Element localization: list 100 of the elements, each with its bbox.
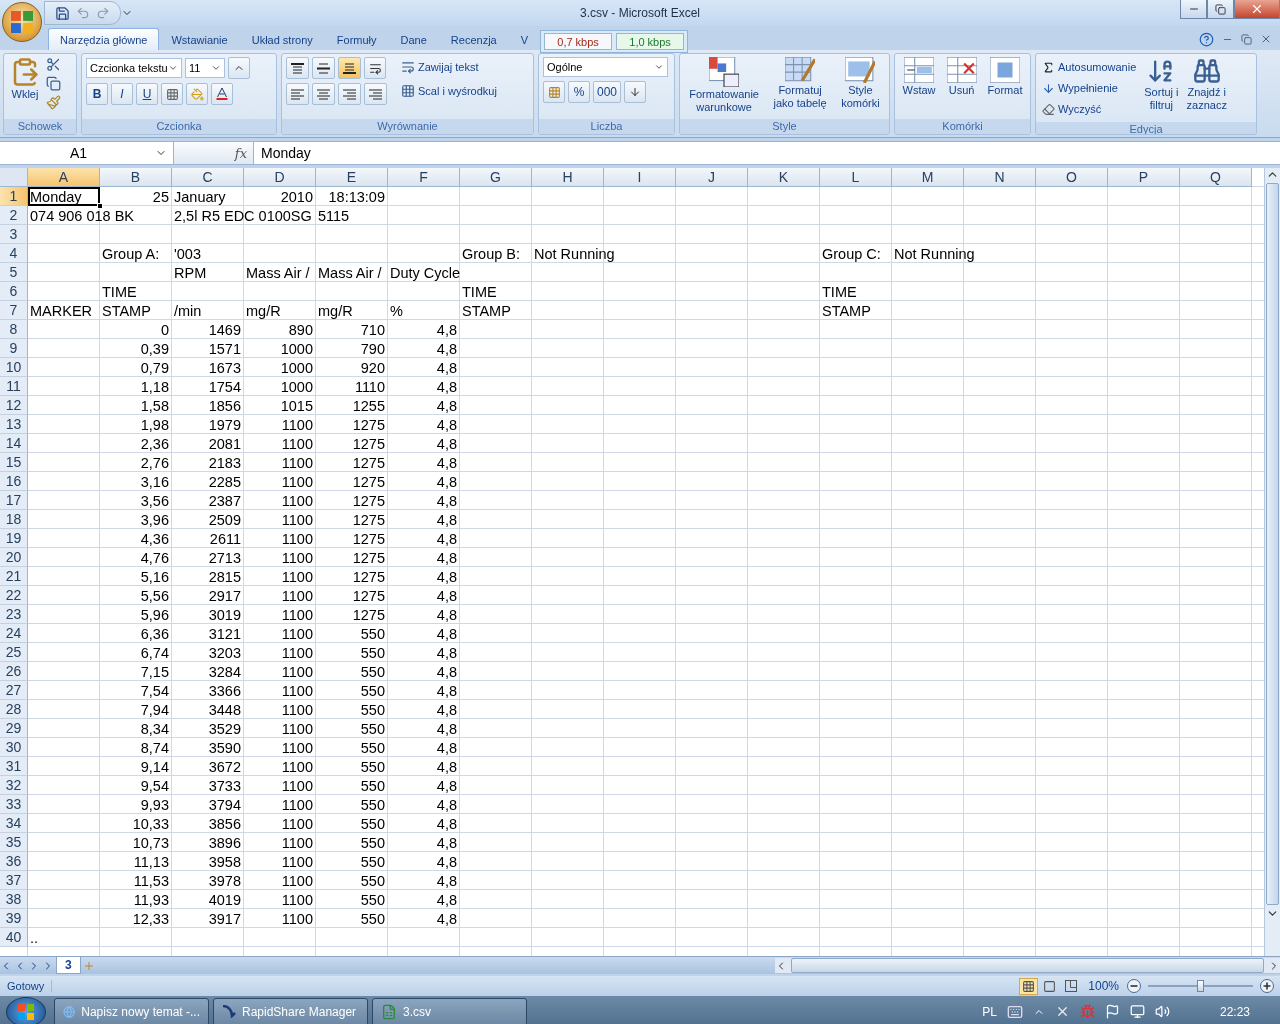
column-header[interactable]: B (100, 168, 172, 187)
row-header[interactable]: 24 (0, 624, 28, 643)
row-header[interactable]: 12 (0, 396, 28, 415)
find-select-button[interactable]: Znajdź i zaznacz (1184, 57, 1229, 111)
zoom-in-icon[interactable] (1260, 979, 1274, 993)
row-header[interactable]: 39 (0, 909, 28, 928)
ribbon-tab[interactable]: Formuły (324, 28, 389, 50)
decimal-button[interactable] (624, 81, 647, 103)
font-color-button[interactable] (211, 83, 233, 105)
row-header[interactable]: 26 (0, 662, 28, 681)
cells-button[interactable]: Usuń (944, 57, 979, 96)
percent-button[interactable]: % (568, 81, 590, 103)
font-size-field[interactable]: 11 (185, 58, 225, 78)
column-header[interactable]: D (244, 168, 316, 187)
row-header[interactable]: 14 (0, 434, 28, 453)
underline-button[interactable]: U (136, 83, 158, 105)
ribbon-tab[interactable]: Dane (388, 28, 439, 50)
row-header[interactable]: 22 (0, 586, 28, 605)
row-header[interactable]: 29 (0, 719, 28, 738)
row-header[interactable]: 37 (0, 871, 28, 890)
font-name-field[interactable]: Czcionka tekstu (86, 58, 182, 78)
currency-button[interactable] (543, 81, 565, 103)
row-header[interactable]: 20 (0, 548, 28, 567)
wrap-text-button[interactable]: Zawijaj tekst (399, 57, 499, 77)
office-button[interactable] (2, 2, 42, 42)
row-header[interactable]: 13 (0, 415, 28, 434)
column-header[interactable]: H (532, 168, 604, 187)
row-header[interactable]: 30 (0, 738, 28, 757)
cells-button[interactable]: Format (985, 57, 1025, 96)
row-header[interactable]: 25 (0, 643, 28, 662)
row-header[interactable]: 17 (0, 491, 28, 510)
row-header[interactable]: 11 (0, 377, 28, 396)
column-header[interactable]: P (1108, 168, 1180, 187)
column-header[interactable]: O (1036, 168, 1108, 187)
borders-button[interactable] (161, 83, 183, 105)
row-header[interactable]: 27 (0, 681, 28, 700)
row-header[interactable]: 2 (0, 206, 28, 225)
number-format-field[interactable]: Ogólne (543, 57, 668, 77)
row-header[interactable]: 28 (0, 700, 28, 719)
row-header[interactable]: 15 (0, 453, 28, 472)
grow-font-button[interactable] (228, 57, 250, 79)
row-header[interactable]: 16 (0, 472, 28, 491)
bold-button[interactable]: B (86, 83, 108, 105)
insert-function-button[interactable]: fx (174, 142, 254, 164)
fill-button[interactable]: Wypełnienie (1040, 78, 1139, 98)
align-bottom-button[interactable] (338, 57, 361, 79)
zoom-thumb[interactable] (1196, 980, 1204, 992)
row-header[interactable]: 32 (0, 776, 28, 795)
row-header[interactable]: 23 (0, 605, 28, 624)
fill-color-button[interactable] (186, 83, 208, 105)
style-button[interactable]: Formatowanie warunkowe (687, 57, 761, 113)
row-header[interactable]: 8 (0, 320, 28, 339)
restore-button[interactable] (1207, 0, 1234, 19)
row-header[interactable]: 9 (0, 339, 28, 358)
sort-filter-button[interactable]: Sortuj i filtruj (1142, 57, 1181, 111)
column-header[interactable]: I (604, 168, 676, 187)
fill-handle[interactable] (97, 203, 103, 209)
formula-field[interactable]: Monday (254, 142, 1280, 164)
column-header[interactable]: J (676, 168, 748, 187)
view-button[interactable] (1019, 977, 1039, 995)
row-header[interactable]: 21 (0, 567, 28, 586)
close-button[interactable] (1234, 0, 1280, 19)
row-header[interactable]: 7 (0, 301, 28, 320)
column-header[interactable]: Q (1180, 168, 1252, 187)
ribbon-tab[interactable]: Układ strony (239, 28, 325, 50)
row-header[interactable]: 40 (0, 928, 28, 947)
row-header[interactable]: 10 (0, 358, 28, 377)
merge-center-button[interactable]: Scal i wyśrodkuj (399, 81, 499, 101)
row-header[interactable]: 19 (0, 529, 28, 548)
active-cell[interactable]: Monday (28, 187, 100, 206)
ribbon-tab[interactable]: Wstawianie (159, 28, 240, 50)
start-button[interactable] (6, 996, 46, 1024)
column-header[interactable]: K (748, 168, 820, 187)
column-header[interactable]: C (172, 168, 244, 187)
column-header[interactable]: A (28, 168, 100, 187)
column-header[interactable]: N (964, 168, 1036, 187)
ribbon-tab[interactable]: Recenzja (438, 28, 509, 50)
paste-button[interactable]: Wklej (8, 57, 42, 100)
row-header[interactable]: 33 (0, 795, 28, 814)
ribbon-tab[interactable]: Narzędzia główne (48, 28, 160, 50)
sheet-tab[interactable]: 3 (56, 957, 81, 974)
zoom-out-icon[interactable] (1127, 979, 1141, 993)
align-middle-button[interactable] (312, 57, 335, 79)
italic-button[interactable]: I (111, 83, 133, 105)
column-header[interactable]: F (388, 168, 460, 187)
autosum-button[interactable]: Autosumowanie (1040, 57, 1139, 77)
row-header[interactable]: 6 (0, 282, 28, 301)
align-top-button[interactable] (286, 57, 309, 79)
row-header[interactable]: 31 (0, 757, 28, 776)
row-header[interactable]: 5 (0, 263, 28, 282)
cells-button[interactable]: Wstaw (900, 57, 938, 96)
column-header[interactable]: E (316, 168, 388, 187)
row-header[interactable]: 38 (0, 890, 28, 909)
row-header[interactable]: 4 (0, 244, 28, 263)
style-button[interactable]: Formatuj jako tabelę (771, 57, 829, 109)
row-header[interactable]: 1 (0, 187, 28, 206)
scroll-thumb[interactable] (1266, 183, 1279, 905)
thousands-button[interactable]: 000 (593, 81, 622, 103)
style-button[interactable]: Style komórki (839, 57, 882, 109)
vertical-scrollbar[interactable] (1264, 168, 1280, 956)
